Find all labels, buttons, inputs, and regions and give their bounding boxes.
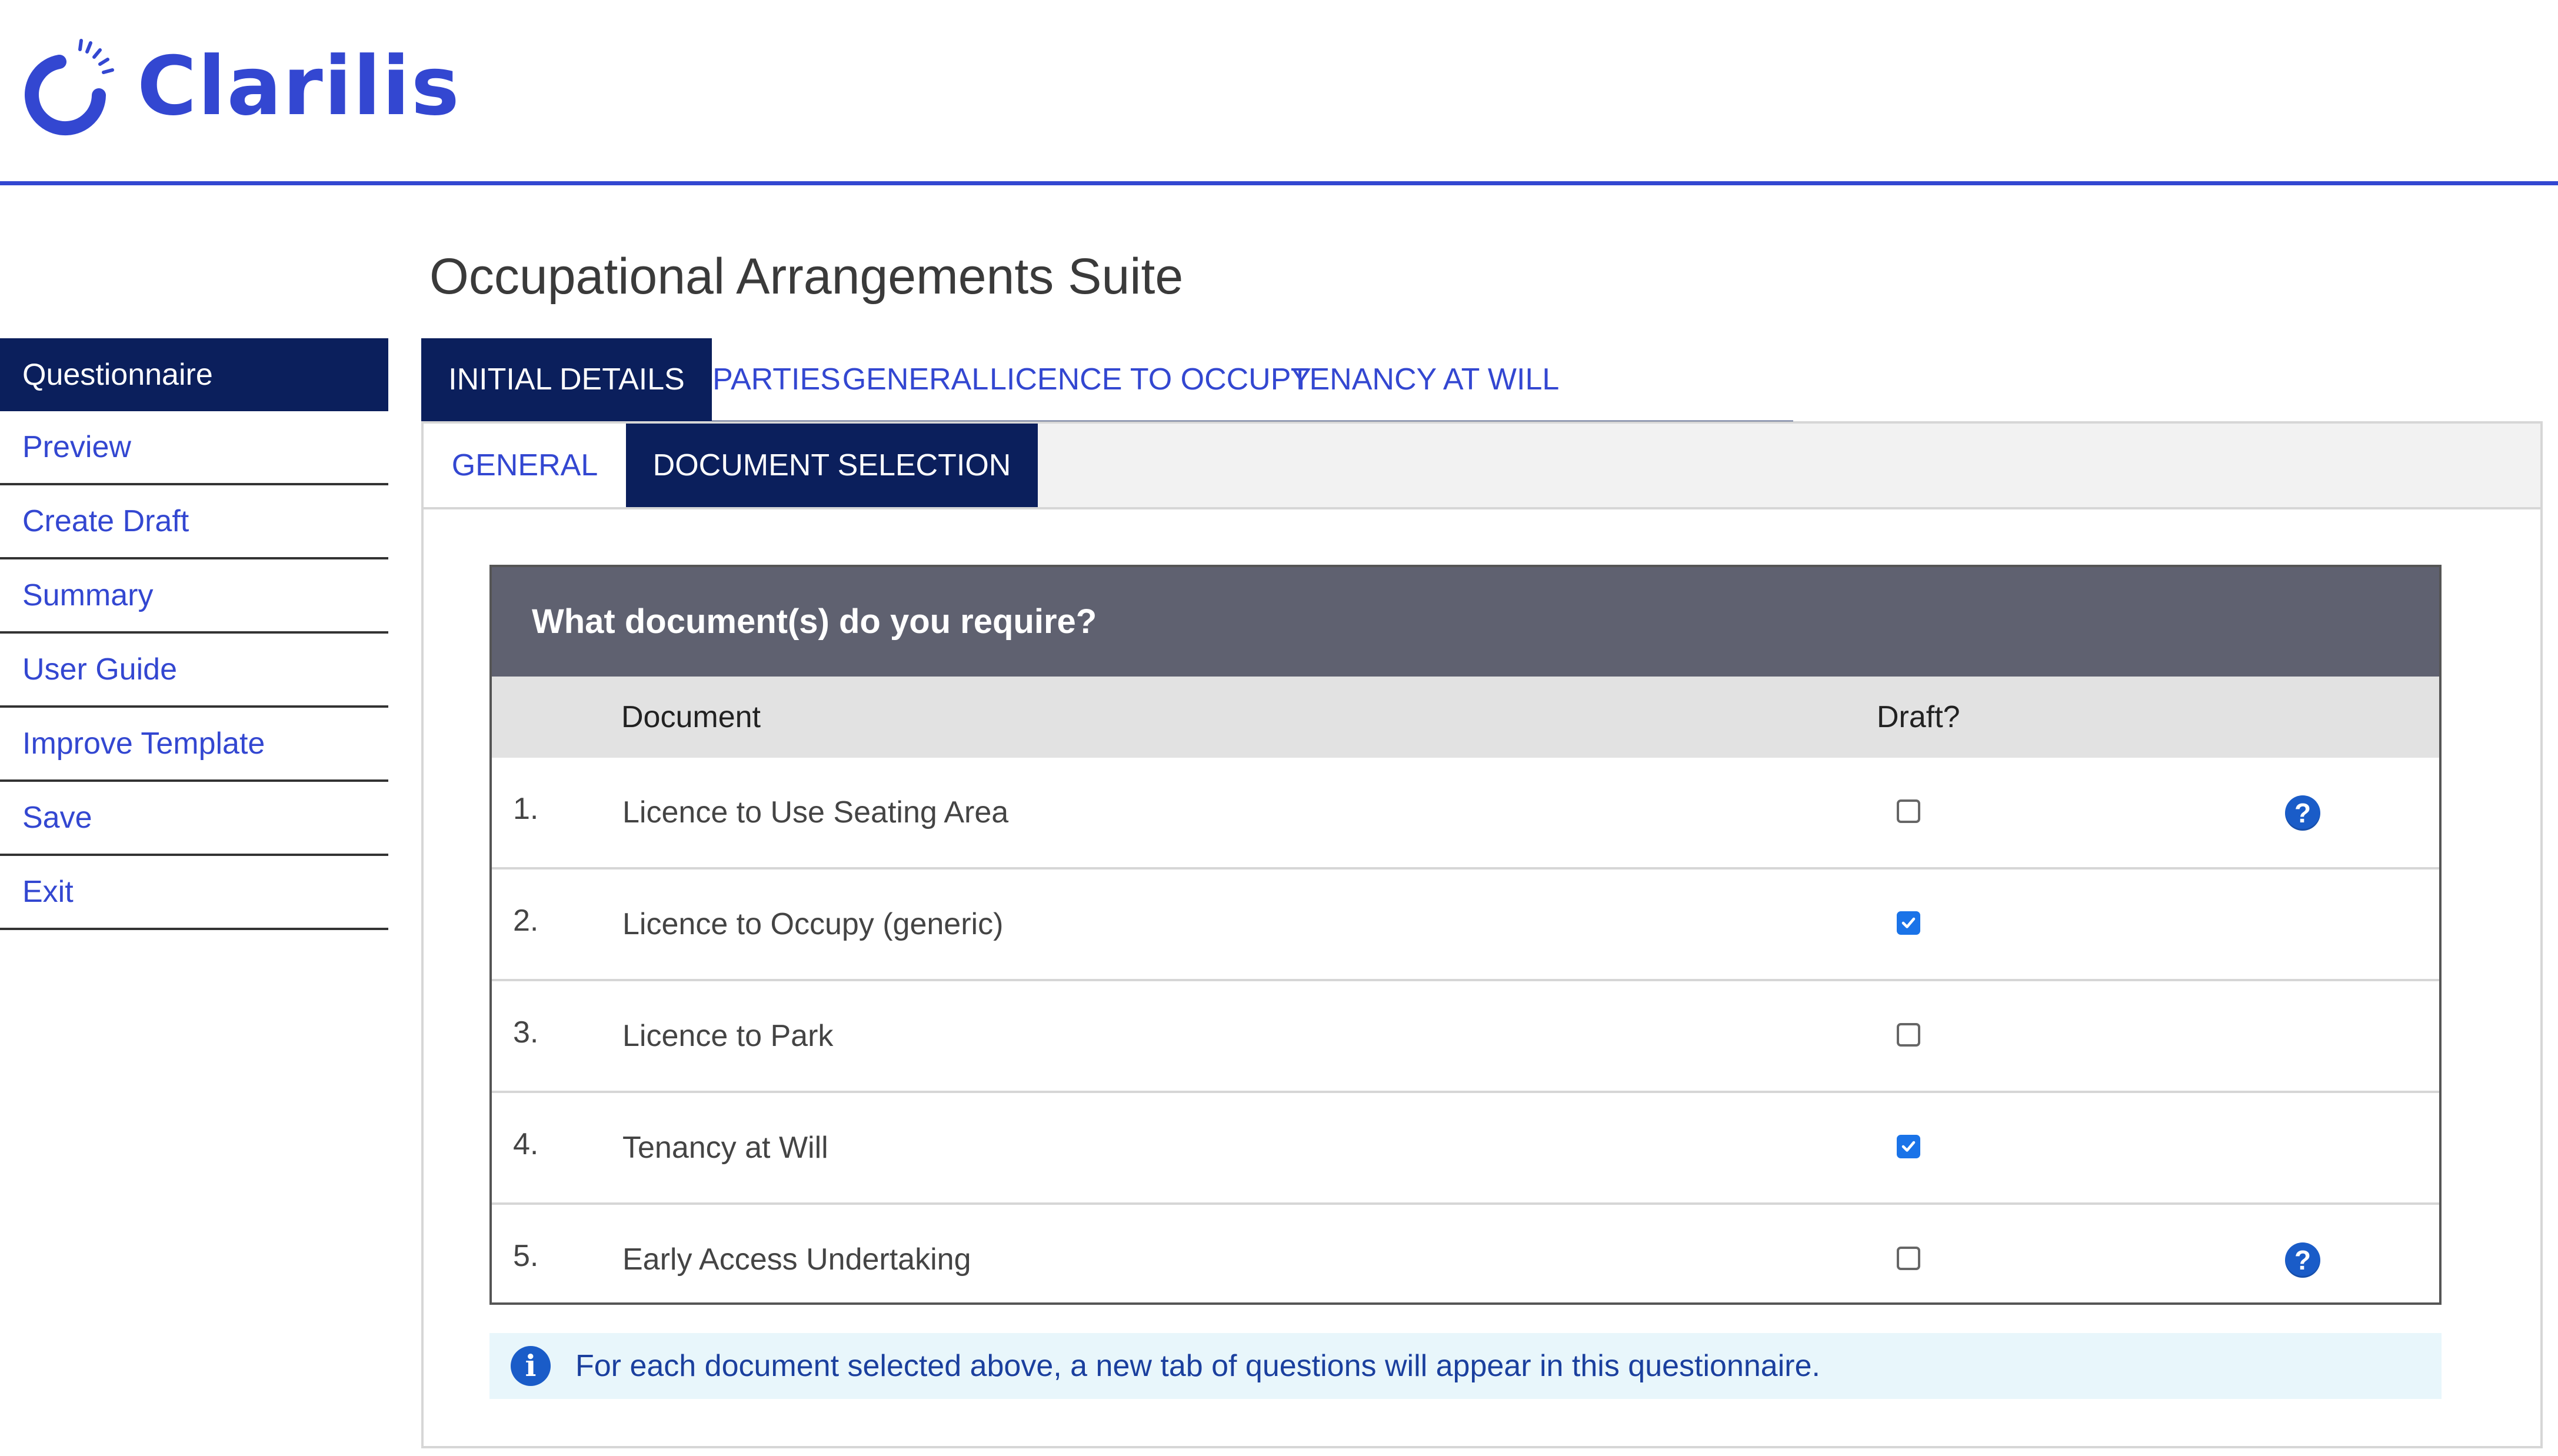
draft-checkbox[interactable] (1897, 911, 1920, 935)
document-selection-table: What document(s) do you require? Documen… (489, 565, 2442, 1305)
main-tab-bar: INITIAL DETAILS PARTIES GENERAL LICENCE … (421, 338, 1793, 424)
sidebar-item-improve-template[interactable]: Improve Template (0, 708, 388, 782)
draft-checkbox[interactable] (1897, 799, 1920, 823)
sidebar-item-save[interactable]: Save (0, 782, 388, 856)
checkmark-icon (1901, 917, 1916, 928)
document-label: Early Access Undertaking (622, 1242, 971, 1277)
info-text: For each document selected above, a new … (575, 1349, 1820, 1383)
tab-parties[interactable]: PARTIES (712, 338, 841, 421)
document-label: Tenancy at Will (622, 1131, 828, 1165)
question-circle-icon[interactable]: ? (2285, 795, 2320, 831)
row-number: 3. (513, 1015, 539, 1049)
draft-checkbox[interactable] (1897, 1135, 1920, 1158)
table-row: 5. Early Access Undertaking ? (492, 1202, 2439, 1314)
sidebar-item-summary[interactable]: Summary (0, 559, 388, 634)
sidebar-item-questionnaire[interactable]: Questionnaire (0, 338, 388, 411)
row-number: 1. (513, 792, 539, 826)
column-header-draft: Draft? (1877, 700, 1960, 734)
subtab-general[interactable]: GENERAL (424, 424, 626, 507)
subtab-bar: GENERAL DOCUMENT SELECTION (424, 424, 2540, 509)
document-label: Licence to Occupy (generic) (622, 907, 1004, 941)
question-heading: What document(s) do you require? (492, 567, 2439, 677)
tab-tenancy-at-will[interactable]: TENANCY AT WILL (1285, 338, 1565, 421)
brand-name: Clarilis (137, 39, 461, 134)
sidebar-item-exit[interactable]: Exit (0, 856, 388, 930)
tab-initial-details[interactable]: INITIAL DETAILS (421, 338, 712, 421)
sidebar-nav: Questionnaire Preview Create Draft Summa… (0, 338, 388, 930)
clarilis-logo-icon (25, 39, 114, 136)
document-label: Licence to Park (622, 1019, 834, 1053)
question-circle-icon[interactable]: ? (2285, 1242, 2320, 1278)
page-title: Occupational Arrangements Suite (429, 248, 1184, 305)
sidebar-item-preview[interactable]: Preview (0, 411, 388, 485)
sidebar-item-user-guide[interactable]: User Guide (0, 634, 388, 708)
document-label: Licence to Use Seating Area (622, 795, 1009, 829)
row-number: 2. (513, 904, 539, 938)
draft-checkbox[interactable] (1897, 1247, 1920, 1270)
sidebar-item-create-draft[interactable]: Create Draft (0, 485, 388, 559)
tab-licence-to-occupy[interactable]: LICENCE TO OCCUPY (990, 338, 1311, 421)
table-row: 1. Licence to Use Seating Area ? (492, 758, 2439, 867)
row-number: 5. (513, 1239, 539, 1273)
header-divider (0, 181, 2558, 185)
questionnaire-panel: GENERAL DOCUMENT SELECTION What document… (421, 421, 2543, 1448)
draft-checkbox[interactable] (1897, 1023, 1920, 1047)
info-circle-icon: i (511, 1346, 551, 1386)
info-message: i For each document selected above, a ne… (489, 1333, 2442, 1399)
table-row: 2. Licence to Occupy (generic) (492, 867, 2439, 979)
app-header: Clarilis (0, 0, 2558, 185)
table-column-headers: Document Draft? (492, 677, 2439, 758)
checkmark-icon (1901, 1141, 1916, 1152)
subtab-document-selection[interactable]: DOCUMENT SELECTION (626, 424, 1038, 507)
tab-general[interactable]: GENERAL (841, 338, 990, 421)
column-header-document: Document (621, 700, 761, 734)
row-number: 4. (513, 1127, 539, 1161)
table-row: 4. Tenancy at Will (492, 1091, 2439, 1202)
document-rows: 1. Licence to Use Seating Area ? 2. Lice… (492, 758, 2439, 1314)
table-row: 3. Licence to Park (492, 979, 2439, 1091)
